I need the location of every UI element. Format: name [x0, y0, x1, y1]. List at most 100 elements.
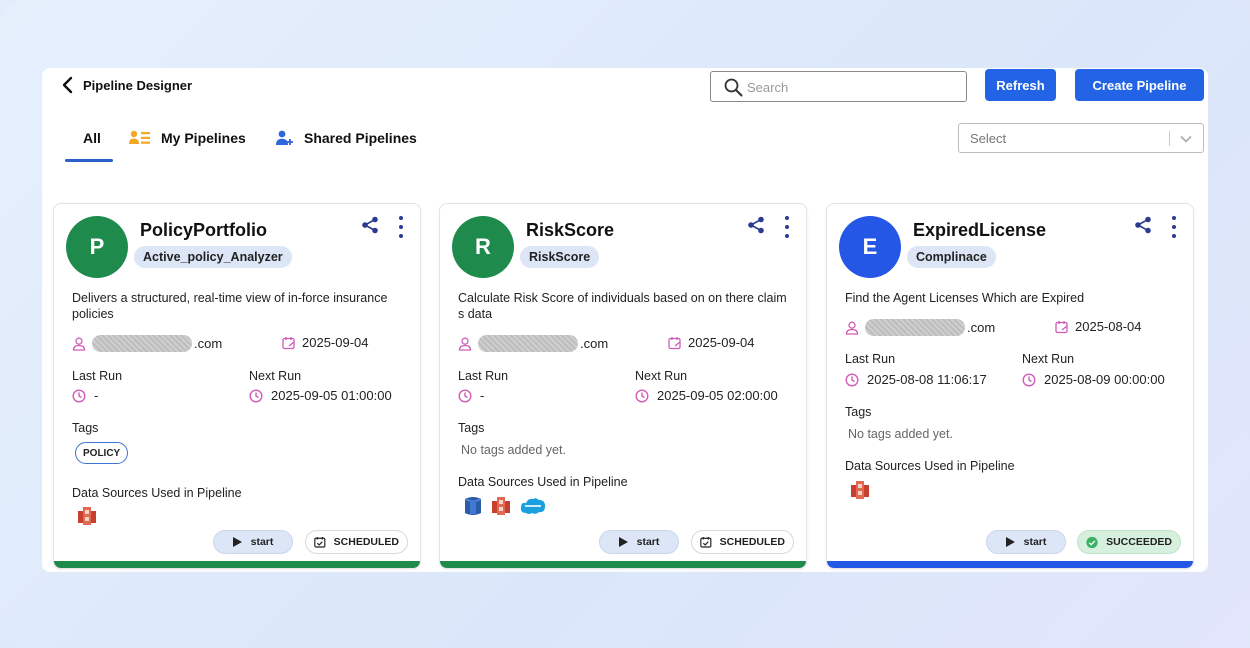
- more-options-icon[interactable]: [394, 215, 408, 239]
- created-date-row: 2025-09-04: [668, 335, 755, 350]
- redshift-icon: [492, 497, 510, 515]
- create-pipeline-button[interactable]: Create Pipeline: [1075, 69, 1204, 101]
- pipeline-card[interactable]: P PolicyPortfolio Active_policy_Analyzer…: [53, 203, 421, 569]
- tab-shared-pipelines[interactable]: Shared Pipelines: [276, 130, 417, 146]
- start-button-label: start: [636, 536, 660, 548]
- tags-label: Tags: [72, 421, 99, 435]
- redacted-owner: [865, 319, 965, 336]
- pipeline-card[interactable]: E ExpiredLicense Complinace Find the Age…: [826, 203, 1194, 569]
- pipeline-chip: Complinace: [907, 246, 996, 268]
- start-button-label: start: [250, 536, 274, 548]
- share-icon[interactable]: [747, 216, 765, 234]
- pipeline-chip: RiskScore: [520, 246, 600, 268]
- start-button[interactable]: start: [599, 530, 679, 554]
- owner-email-suffix: .com: [967, 320, 996, 335]
- last-run-value: -: [480, 388, 485, 403]
- search-icon: [724, 78, 743, 97]
- next-run-label: Next Run: [1022, 352, 1075, 366]
- owner-email-suffix: .com: [194, 336, 223, 351]
- data-sources-list: [851, 480, 869, 500]
- check-circle-icon: [1086, 536, 1098, 548]
- clock-icon: [72, 388, 86, 403]
- tag-chip[interactable]: POLICY: [75, 442, 129, 464]
- redacted-owner: [478, 335, 578, 352]
- created-date: 2025-09-04: [302, 335, 369, 350]
- calendar-edit-icon: [668, 336, 681, 349]
- more-options-icon[interactable]: [780, 215, 794, 239]
- next-run-value-row: 2025-08-09 00:00:00: [1022, 372, 1165, 387]
- pipeline-description: Find the Agent Licenses Which are Expire…: [845, 291, 1085, 305]
- filter-select[interactable]: Select: [958, 123, 1204, 153]
- clock-icon: [458, 388, 472, 403]
- status-badge: SCHEDULED: [305, 530, 408, 554]
- pipeline-name: PolicyPortfolio: [140, 220, 268, 240]
- card-status-bar: [440, 561, 806, 568]
- user-add-icon: [276, 130, 293, 145]
- next-run-value: 2025-09-05 02:00:00: [657, 388, 778, 403]
- clock-icon: [1022, 372, 1036, 387]
- owner-row: .com: [458, 335, 608, 352]
- redshift-icon: [78, 507, 96, 525]
- user-icon: [845, 321, 859, 335]
- status-text: SCHEDULED: [719, 536, 785, 548]
- more-options-icon[interactable]: [1167, 215, 1181, 239]
- tab-all[interactable]: All: [83, 130, 101, 146]
- next-run-value-row: 2025-09-05 01:00:00: [249, 388, 392, 403]
- tags-label: Tags: [458, 421, 485, 435]
- user-icon: [458, 337, 472, 351]
- pipeline-card[interactable]: R RiskScore RiskScore Calculate Risk Sco…: [439, 203, 807, 569]
- chevron-down-icon: [1180, 135, 1192, 143]
- select-separator: [1169, 131, 1170, 146]
- tab-my-pipelines[interactable]: My Pipelines: [129, 130, 246, 146]
- user-list-icon: [129, 130, 150, 144]
- owner-row: .com: [72, 335, 222, 352]
- clock-icon: [635, 388, 649, 403]
- pipeline-designer-panel: Pipeline Designer Refresh Create Pipelin…: [42, 68, 1208, 572]
- pipeline-name: RiskScore: [526, 220, 615, 240]
- play-icon: [232, 537, 242, 547]
- last-run-value-row: -: [72, 388, 98, 403]
- next-run-value: 2025-09-05 01:00:00: [271, 388, 392, 403]
- next-run-label: Next Run: [635, 369, 688, 383]
- last-run-label: Last Run: [458, 369, 509, 383]
- start-button[interactable]: start: [213, 530, 293, 554]
- clock-icon: [845, 372, 859, 387]
- pipeline-description: Delivers a structured, real-time view of…: [72, 291, 388, 321]
- card-status-bar: [54, 561, 420, 568]
- owner-row: .com: [845, 319, 995, 336]
- calendar-check-icon: [700, 537, 712, 548]
- search-input[interactable]: [747, 77, 957, 97]
- calendar-edit-icon: [282, 336, 295, 349]
- search-box[interactable]: [710, 71, 967, 102]
- start-button[interactable]: start: [986, 530, 1066, 554]
- redacted-owner: [92, 335, 192, 352]
- pipeline-name: ExpiredLicense: [913, 220, 1047, 240]
- filter-select-placeholder: Select: [970, 131, 1007, 146]
- rds-database-icon: [464, 497, 482, 515]
- tab-all-label: All: [83, 130, 101, 146]
- share-icon[interactable]: [361, 216, 379, 234]
- no-tags-text: No tags added yet.: [461, 443, 566, 457]
- play-icon: [1005, 537, 1015, 547]
- status-text: SCHEDULED: [333, 536, 399, 548]
- clock-icon: [249, 388, 263, 403]
- active-tab-indicator: [65, 159, 113, 162]
- status-badge: SCHEDULED: [691, 530, 794, 554]
- next-run-value: 2025-08-09 00:00:00: [1044, 372, 1165, 387]
- last-run-value-row: -: [458, 388, 484, 403]
- salesforce-icon: [520, 498, 545, 514]
- pipeline-description: Calculate Risk Score of individuals base…: [458, 291, 787, 321]
- created-date: 2025-09-04: [688, 335, 755, 350]
- status-badge: SUCCEEDED: [1077, 530, 1181, 554]
- refresh-button[interactable]: Refresh: [985, 69, 1056, 101]
- share-icon[interactable]: [1134, 216, 1152, 234]
- data-sources-label: Data Sources Used in Pipeline: [72, 486, 242, 500]
- redshift-icon: [851, 481, 869, 499]
- data-sources-label: Data Sources Used in Pipeline: [845, 459, 1015, 473]
- user-icon: [72, 337, 86, 351]
- data-sources-list: [464, 496, 546, 516]
- back-arrow-icon[interactable]: [58, 75, 78, 95]
- pipeline-avatar: E: [839, 216, 901, 278]
- play-icon: [618, 537, 628, 547]
- tab-shared-pipelines-label: Shared Pipelines: [304, 130, 417, 146]
